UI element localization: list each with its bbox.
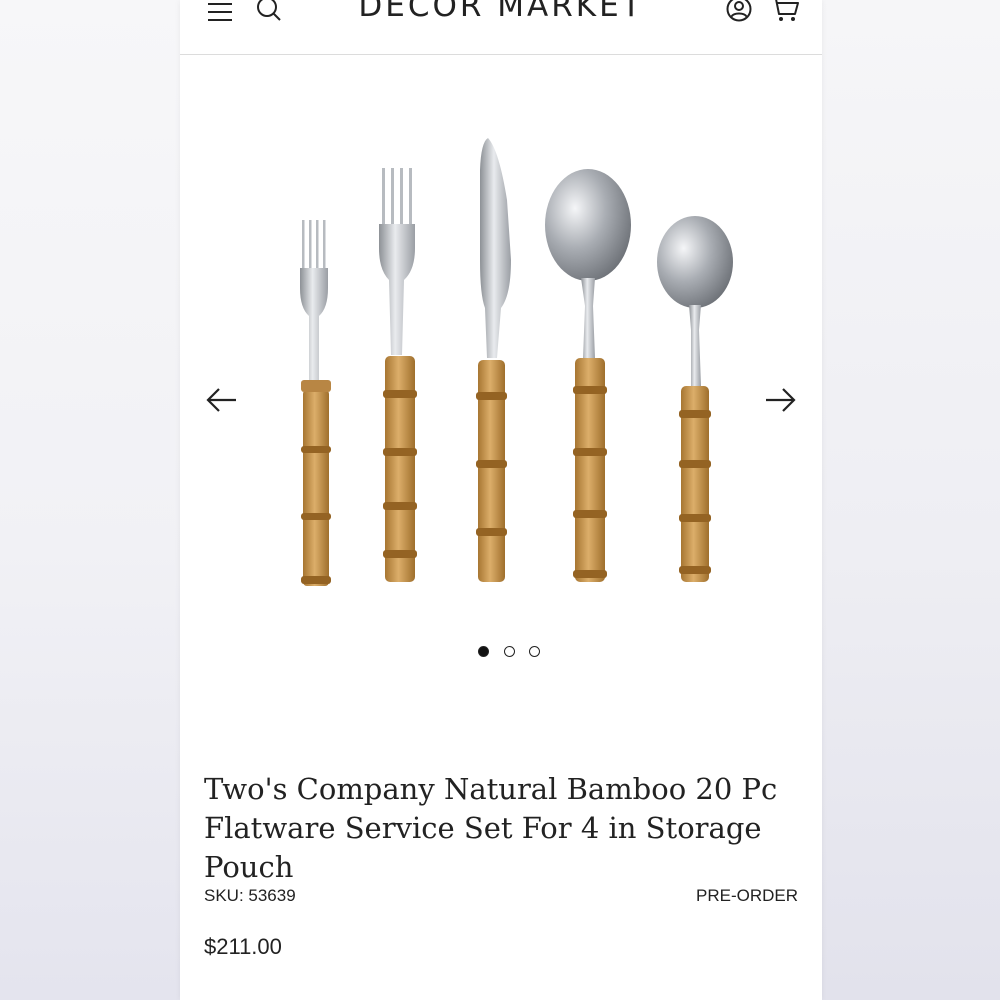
dinner-fork	[379, 168, 417, 582]
product-sku: SKU: 53639	[204, 886, 296, 905]
arrow-left-icon[interactable]	[204, 385, 240, 415]
slide-dot-1[interactable]	[478, 646, 489, 657]
salad-fork	[300, 220, 331, 586]
product-gallery	[180, 55, 822, 675]
product-page: DECOR MARKET Two's Company Natural Bambo…	[180, 0, 822, 1000]
account-icon[interactable]	[725, 0, 753, 23]
soup-spoon	[545, 169, 631, 582]
knife	[476, 138, 511, 582]
cart-icon[interactable]	[770, 0, 800, 23]
preorder-badge: PRE-ORDER	[695, 886, 798, 905]
arrow-right-icon[interactable]	[762, 385, 798, 415]
slide-dot-2[interactable]	[504, 646, 515, 657]
teaspoon	[657, 216, 733, 582]
product-image[interactable]	[275, 130, 745, 590]
product-price: $211.00	[204, 934, 282, 959]
product-title: Two's Company Natural Bamboo 20 Pc Flatw…	[204, 772, 778, 884]
background-right	[822, 0, 1000, 1000]
slide-dot-3[interactable]	[529, 646, 540, 657]
gallery-pagination	[180, 643, 822, 663]
site-header: DECOR MARKET	[180, 0, 822, 55]
background-left	[0, 0, 180, 1000]
